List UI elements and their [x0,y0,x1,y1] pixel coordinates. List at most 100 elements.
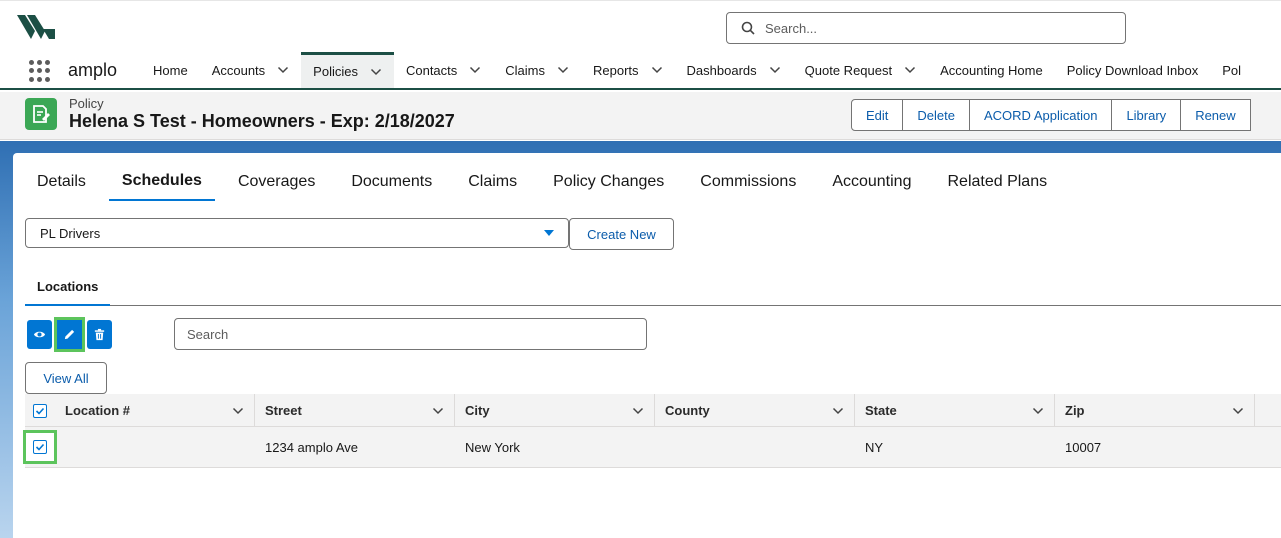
amplo-logo-icon[interactable] [17,13,57,41]
record-title: Helena S Test - Homeowners - Exp: 2/18/2… [69,111,455,131]
column-header-label: Street [265,403,302,418]
edit-row-button[interactable] [54,317,85,352]
renew-button[interactable]: Renew [1180,99,1251,131]
column-header-state[interactable]: State [855,394,1055,427]
global-search-placeholder: Search... [765,20,818,36]
tab-documents[interactable]: Documents [338,163,445,201]
nav-item-dashboards[interactable]: Dashboards [675,52,793,88]
nav-item-pol[interactable]: Pol [1210,52,1253,88]
cell-street: 1234 amplo Ave [265,439,358,455]
column-header-street[interactable]: Street [255,394,455,427]
nav-item-label: Policy Download Inbox [1066,62,1199,78]
table-header: Location # Street City County State Zip [25,394,1281,427]
tab-related-plans[interactable]: Related Plans [934,163,1060,201]
nav-item-accounts[interactable]: Accounts [200,52,301,88]
chevron-down-icon [278,66,289,74]
acord-application-button[interactable]: ACORD Application [968,99,1113,131]
nav-item-policy-download-inbox[interactable]: Policy Download Inbox [1055,52,1211,88]
main-card: Details Schedules Coverages Documents Claims… [13,153,1281,538]
tab-accounting[interactable]: Accounting [819,163,924,201]
nav-item-policies[interactable]: Policies [301,52,394,88]
nav-item-label: Accounting Home [940,62,1043,78]
chevron-down-icon [905,66,916,74]
chevron-down-icon [651,66,662,74]
nav-item-claims[interactable]: Claims [493,52,581,88]
column-header-label: Zip [1065,403,1085,418]
nav-item-label: Contacts [405,62,458,78]
nav-items: Home Accounts Policies Contacts Claims Report… [141,52,1253,88]
chevron-down-icon [470,66,481,74]
nav-item-quote-request[interactable]: Quote Request [793,52,928,88]
schedule-type-select[interactable]: PL Drivers [25,218,569,248]
nav-item-accounting-home[interactable]: Accounting Home [928,52,1055,88]
column-header-county[interactable]: County [655,394,855,427]
nav-item-label: Policies [313,64,358,79]
select-all-checkbox-cell[interactable] [25,394,55,427]
nav-item-label: Quote Request [804,62,893,78]
chevron-down-icon [232,407,244,414]
delete-button[interactable]: Delete [902,99,970,131]
record-header: Policy Helena S Test - Homeowners - Exp:… [0,92,1281,140]
library-button[interactable]: Library [1111,99,1182,131]
tab-schedules[interactable]: Schedules [108,163,215,201]
chevron-down-icon [432,407,444,414]
tab-policy-changes[interactable]: Policy Changes [540,163,677,201]
view-button[interactable] [27,320,52,349]
app-launcher-icon[interactable] [29,60,51,82]
delete-row-button[interactable] [87,320,112,349]
row-checkbox[interactable] [33,440,47,454]
tab-coverages[interactable]: Coverages [225,163,328,201]
navigation-bar: amplo Home Accounts Policies Contacts Claims… [0,52,1281,90]
chevron-down-icon [769,66,780,74]
tab-claims[interactable]: Claims [455,163,530,201]
column-header-city[interactable]: City [455,394,655,427]
eye-icon [33,331,46,338]
nav-item-home[interactable]: Home [141,52,200,88]
subtab-locations[interactable]: Locations [25,273,111,306]
create-new-button[interactable]: Create New [569,218,674,250]
policy-record-icon [25,98,57,130]
caret-down-icon [544,230,554,236]
table-row[interactable]: 1234 amplo Ave New York NY 10007 [23,427,1281,468]
tab-details[interactable]: Details [24,163,99,201]
nav-item-label: Pol [1222,62,1242,78]
nav-item-contacts[interactable]: Contacts [394,52,493,88]
cell-city: New York [465,439,520,455]
document-edit-icon [33,105,50,123]
tab-commissions[interactable]: Commissions [687,163,809,201]
row-checkbox-highlight [23,430,57,464]
chevron-down-icon [832,407,844,414]
global-search-input[interactable]: Search... [726,12,1126,44]
column-header-label: State [865,403,897,418]
column-header-label: County [665,403,710,418]
checkmark-icon [35,407,45,415]
record-tabs: Details Schedules Coverages Documents Claims… [24,163,1070,201]
view-all-button[interactable]: View All [25,362,107,394]
locations-table: Location # Street City County State Zip 1234 … [23,394,1281,468]
chevron-down-icon [370,68,381,75]
column-header-label: City [465,403,490,418]
table-search-placeholder: Search [187,326,229,342]
cell-zip: 10007 [1065,439,1102,455]
edit-button[interactable]: Edit [851,99,904,131]
chevron-down-icon [557,66,569,74]
record-type-label: Policy [69,96,104,111]
pencil-icon [64,329,75,340]
nav-item-reports[interactable]: Reports [581,52,675,88]
cell-location [55,427,255,467]
column-header-zip[interactable]: Zip [1055,394,1255,427]
cell-county [655,427,855,467]
cell-state: NY [865,439,884,455]
chevron-down-icon [1232,407,1244,414]
nav-item-label: Accounts [211,62,266,78]
app-name: amplo [68,60,118,80]
record-actions: Edit Delete ACORD Application Library Re… [851,99,1251,131]
row-checkbox-cell[interactable] [23,427,57,467]
select-all-checkbox[interactable] [33,403,47,418]
global-header: Search... [0,0,1281,52]
column-header-location[interactable]: Location # [55,394,255,427]
trash-icon [94,328,105,341]
chevron-down-icon [632,407,644,414]
table-search-input[interactable]: Search [174,318,647,350]
column-header-label: Location # [65,403,131,418]
